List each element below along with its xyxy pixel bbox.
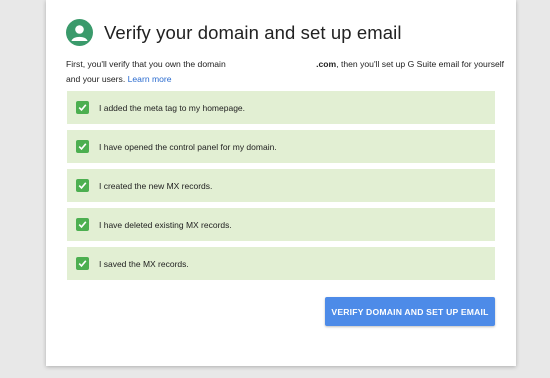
domain-suffix: .com: [316, 59, 337, 69]
checklist-item-label: I saved the MX records.: [99, 258, 189, 269]
checklist: I added the meta tag to my homepage. I h…: [67, 91, 495, 286]
checklist-item[interactable]: I saved the MX records.: [67, 247, 495, 280]
checkbox-checked-icon[interactable]: [76, 218, 89, 231]
dialog-title: Verify your domain and set up email: [104, 21, 402, 43]
checklist-item[interactable]: I added the meta tag to my homepage.: [67, 91, 495, 124]
checklist-item[interactable]: I created the new MX records.: [67, 169, 495, 202]
verify-domain-button[interactable]: VERIFY DOMAIN AND SET UP EMAIL: [325, 297, 495, 326]
checkbox-checked-icon[interactable]: [76, 140, 89, 153]
learn-more-link[interactable]: Learn more: [128, 74, 172, 84]
checklist-item-label: I created the new MX records.: [99, 180, 213, 191]
dialog-header: Verify your domain and set up email: [66, 19, 402, 46]
intro-text: First, you'll verify that you own the do…: [66, 57, 506, 86]
intro-text-before: First, you'll verify that you own the do…: [66, 59, 226, 69]
person-icon: [66, 19, 93, 46]
setup-dialog: Verify your domain and set up email Firs…: [46, 0, 516, 366]
checkbox-checked-icon[interactable]: [76, 179, 89, 192]
checkbox-checked-icon[interactable]: [76, 101, 89, 114]
checklist-item-label: I have deleted existing MX records.: [99, 219, 232, 230]
checklist-item-label: I added the meta tag to my homepage.: [99, 102, 246, 113]
checklist-item[interactable]: I have deleted existing MX records.: [67, 208, 495, 241]
checklist-item[interactable]: I have opened the control panel for my d…: [67, 130, 495, 163]
checklist-item-label: I have opened the control panel for my d…: [99, 141, 277, 152]
checkbox-checked-icon[interactable]: [76, 257, 89, 270]
